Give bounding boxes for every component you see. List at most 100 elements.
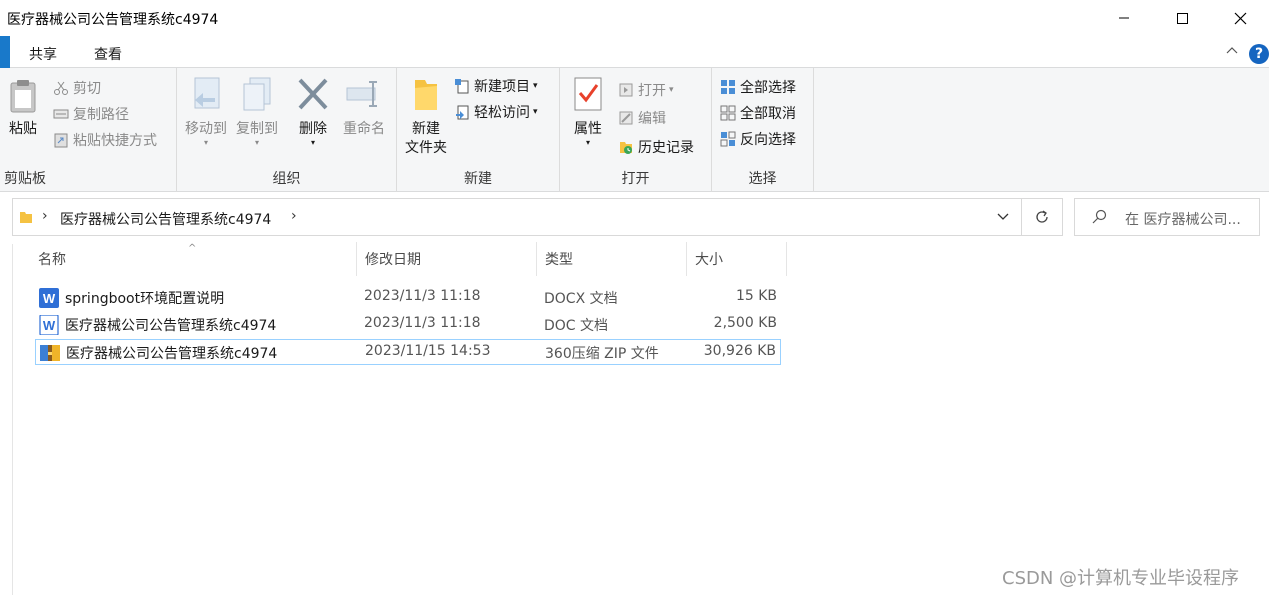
select-none-label: 全部取消 [740, 106, 796, 122]
properties-label: 属性 [574, 121, 602, 137]
group-organize: 移动到 ▾ 复制到 ▾ 删除 ▾ 重命名 组织 [177, 68, 397, 192]
word-docx-icon: W [39, 288, 59, 308]
navigation-pane-divider [12, 244, 13, 595]
file-type: DOC 文档 [544, 318, 609, 334]
new-group-title: 新建 [464, 171, 492, 187]
select-none-button[interactable]: 全部取消 [720, 103, 796, 123]
move-to-button[interactable]: 移动到 ▾ [181, 76, 231, 147]
ribbon-tabs: 共享 查看 ? [0, 36, 1269, 68]
minimize-button[interactable] [1095, 0, 1153, 36]
select-all-label: 全部选择 [740, 80, 796, 96]
organize-group-title: 组织 [272, 171, 301, 187]
move-to-icon [194, 77, 220, 109]
tab-view[interactable]: 查看 [94, 44, 122, 64]
file-name: springboot环境配置说明 [65, 291, 225, 307]
history-label: 历史记录 [638, 140, 694, 156]
group-select: 全部选择 全部取消 反向选择 选择 [712, 68, 814, 192]
paste-shortcut-button[interactable]: 粘贴快捷方式 [53, 130, 157, 150]
scissors-icon [54, 81, 68, 95]
column-header-type[interactable]: 类型 [537, 242, 687, 276]
open-button[interactable]: 打开 ▾ [618, 80, 674, 100]
file-row[interactable]: W springboot环境配置说明 2023/11/3 11:18 DOCX … [35, 285, 781, 311]
open-icon [619, 83, 633, 97]
properties-button[interactable]: 属性 ▾ [568, 76, 608, 147]
move-to-label: 移动到 [185, 121, 227, 137]
file-type: DOCX 文档 [544, 291, 618, 307]
edit-label: 编辑 [638, 111, 666, 127]
help-icon[interactable]: ? [1249, 44, 1269, 64]
select-all-button[interactable]: 全部选择 [720, 77, 796, 97]
edit-button[interactable]: 编辑 [618, 108, 666, 128]
file-date: 2023/11/3 11:18 [364, 288, 481, 304]
search-placeholder: 在 医疗器械公司... [1125, 212, 1241, 228]
chevron-down-icon[interactable] [996, 209, 1010, 223]
history-button[interactable]: 历史记录 [618, 137, 694, 157]
easy-access-button[interactable]: 轻松访问 ▾ [454, 102, 538, 122]
copy-path-icon [53, 109, 69, 119]
select-all-icon [721, 80, 735, 94]
title-bar: 医疗器械公司公告管理系统c4974 [0, 0, 1269, 36]
paste-shortcut-label: 粘贴快捷方式 [73, 133, 157, 149]
open-group-title: 打开 [621, 171, 650, 187]
search-icon [1092, 209, 1107, 224]
invert-selection-button[interactable]: 反向选择 [720, 129, 796, 149]
chevron-right-icon[interactable]: › [291, 208, 297, 224]
column-header-date[interactable]: 修改日期 [357, 242, 537, 276]
easy-access-icon [456, 105, 469, 120]
copy-to-button[interactable]: 复制到 ▾ [232, 76, 282, 147]
file-row[interactable]: W 医疗器械公司公告管理系统c4974 2023/11/3 11:18 DOC … [35, 312, 781, 338]
svg-text:W: W [43, 318, 56, 333]
tab-share[interactable]: 共享 [29, 44, 57, 64]
search-box[interactable]: 在 医疗器械公司... [1074, 198, 1260, 236]
history-icon [620, 142, 632, 154]
select-none-icon [720, 105, 736, 121]
column-header-size[interactable]: 大小 [687, 242, 787, 276]
address-bar[interactable]: › 医疗器械公司公告管理系统c4974 › [12, 198, 1022, 236]
open-label: 打开 [638, 83, 666, 99]
group-clipboard: 粘贴 剪切 复制路径 粘贴快捷方式 剪贴板 [0, 68, 177, 192]
maximize-icon [1176, 12, 1188, 24]
close-button[interactable] [1211, 0, 1269, 36]
cut-label: 剪切 [73, 81, 101, 97]
rename-icon [346, 81, 377, 107]
maximize-button[interactable] [1153, 0, 1211, 36]
copy-path-label: 复制路径 [73, 107, 129, 123]
paste-button[interactable]: 粘贴 [5, 78, 41, 139]
invert-selection-icon [720, 131, 736, 147]
file-size: 15 KB [735, 288, 777, 304]
new-folder-label-1: 新建 [412, 121, 440, 137]
chevron-right-icon[interactable]: › [42, 208, 48, 224]
clipboard-group-title: 剪贴板 [4, 171, 46, 187]
file-name: 医疗器械公司公告管理系统c4974 [66, 346, 278, 362]
easy-access-label: 轻松访问 [474, 105, 530, 121]
word-doc-icon: W [39, 315, 59, 335]
folder-icon [20, 212, 32, 223]
copy-path-button[interactable]: 复制路径 [53, 104, 129, 124]
refresh-icon [1036, 210, 1048, 223]
minimize-icon [1119, 17, 1129, 19]
column-header-name[interactable]: 名称 [30, 242, 357, 276]
watermark: CSDN @计算机专业毕设程序 [1002, 568, 1240, 589]
group-new: 新建 文件夹 新建项目 ▾ 轻松访问 ▾ 新建 [397, 68, 560, 192]
delete-button[interactable]: 删除 ▾ [295, 76, 331, 147]
cut-button[interactable]: 剪切 [53, 78, 101, 98]
rename-button[interactable]: 重命名 [339, 76, 389, 139]
new-item-button[interactable]: 新建项目 ▾ [454, 76, 538, 96]
file-name: 医疗器械公司公告管理系统c4974 [65, 318, 277, 334]
new-folder-icon [415, 80, 437, 110]
file-type: 360压缩 ZIP 文件 [545, 346, 659, 362]
group-open: 属性 ▾ 打开 ▾ 编辑 历史记录 打开 [560, 68, 712, 192]
copy-to-icon [243, 77, 271, 111]
tab-file[interactable] [0, 36, 10, 68]
file-size: 2,500 KB [713, 315, 777, 331]
new-item-label: 新建项目 [474, 79, 530, 95]
file-row-selected[interactable]: 医疗器械公司公告管理系统c4974 2023/11/15 14:53 360压缩… [35, 339, 781, 365]
new-folder-label-2: 文件夹 [405, 140, 447, 156]
collapse-ribbon-icon[interactable] [1226, 45, 1238, 57]
new-folder-button[interactable]: 新建 文件夹 [401, 76, 451, 158]
close-icon [1234, 12, 1246, 24]
breadcrumb-current-folder[interactable]: 医疗器械公司公告管理系统c4974 [60, 209, 271, 229]
refresh-button[interactable] [1022, 198, 1063, 236]
paste-label: 粘贴 [9, 121, 37, 137]
window-title: 医疗器械公司公告管理系统c4974 [7, 12, 219, 28]
